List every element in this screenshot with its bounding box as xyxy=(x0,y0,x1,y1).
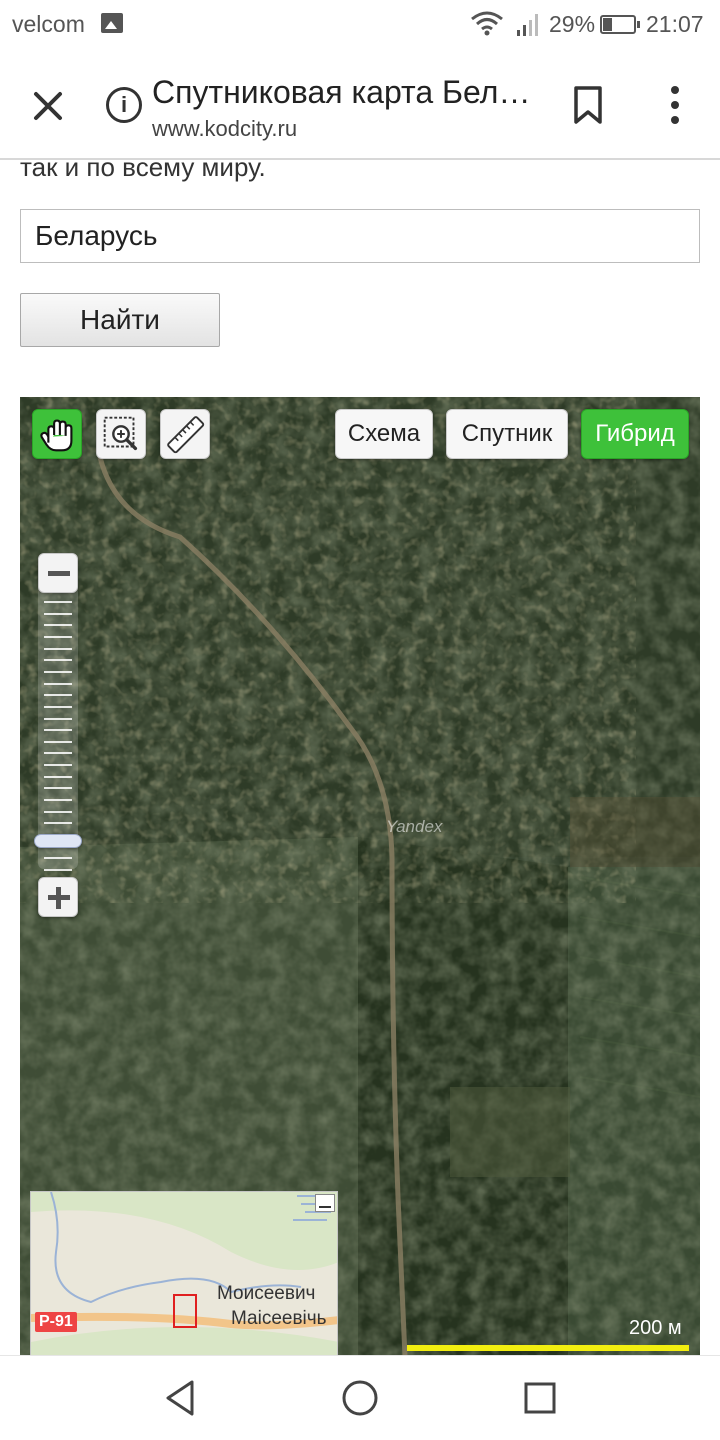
find-button[interactable]: Найти xyxy=(20,293,220,347)
zoom-tick xyxy=(44,624,72,627)
page-title: Спутниковая карта Бел… xyxy=(152,74,531,110)
place-label-alt: Маісеевічь xyxy=(231,1308,327,1329)
zoom-tick xyxy=(44,659,72,662)
bookmark-icon[interactable] xyxy=(566,80,610,130)
more-vert-icon[interactable] xyxy=(655,80,695,130)
zoom-tick xyxy=(44,647,72,650)
battery-percent: 29% xyxy=(549,11,596,37)
zoom-slider-thumb[interactable] xyxy=(34,834,82,849)
zoom-out-button[interactable] xyxy=(38,553,78,593)
system-nav-bar xyxy=(0,1355,720,1440)
zoom-tick xyxy=(44,857,72,860)
status-bar: velcom 29% 21:07 xyxy=(0,0,720,50)
zoom-tick xyxy=(44,729,72,732)
zoom-tick xyxy=(44,740,72,743)
zoom-tick xyxy=(44,601,72,603)
zoom-tick xyxy=(44,717,72,720)
clock: 21:07 xyxy=(646,11,704,37)
page-url[interactable]: www.kodcity.ru xyxy=(152,116,297,142)
zoom-tick xyxy=(44,810,72,813)
intro-text: так и по всему миру. xyxy=(20,160,266,182)
overview-collapse-button[interactable] xyxy=(315,1194,335,1212)
overview-viewport-box[interactable] xyxy=(173,1294,197,1328)
signal-icon xyxy=(517,14,538,36)
zoom-tick xyxy=(44,682,72,685)
ruler-icon[interactable] xyxy=(160,409,210,459)
hand-pan-icon[interactable] xyxy=(32,409,82,459)
zoom-track[interactable] xyxy=(38,579,78,869)
zoom-tick xyxy=(44,799,72,802)
battery-icon xyxy=(600,15,640,34)
road-label: Р-91 xyxy=(35,1312,77,1332)
back-icon[interactable] xyxy=(158,1376,202,1420)
recents-icon[interactable] xyxy=(518,1376,562,1420)
overview-map[interactable]: Р-91 Моисеевич Маісеевічь xyxy=(30,1191,338,1355)
map-view[interactable]: Схема Спутник Гибрид Yandex Р-91 Моисеев… xyxy=(20,397,700,1355)
zoom-tick xyxy=(44,752,72,755)
zoom-tick xyxy=(44,670,72,673)
home-icon[interactable] xyxy=(338,1376,382,1420)
zoom-tick xyxy=(44,775,72,778)
wifi-icon xyxy=(471,11,503,36)
zoom-in-button[interactable] xyxy=(38,877,78,917)
layer-satellite-button[interactable]: Спутник xyxy=(446,409,568,459)
zoom-tick xyxy=(44,635,72,638)
zoom-tick xyxy=(44,694,72,697)
overview-map-graphics xyxy=(31,1192,337,1355)
zoom-tick xyxy=(44,787,72,790)
scale-bar xyxy=(407,1345,689,1351)
map-watermark: Yandex xyxy=(386,817,443,836)
zoom-tick xyxy=(44,764,72,767)
gallery-icon xyxy=(101,13,123,33)
zoom-control[interactable] xyxy=(34,549,82,929)
info-icon[interactable]: i xyxy=(106,87,142,123)
layer-hybrid-button[interactable]: Гибрид xyxy=(581,409,689,459)
zoom-tick xyxy=(44,612,72,615)
place-label: Моисеевич xyxy=(217,1283,316,1304)
scale-label: 200 м xyxy=(629,1317,682,1339)
zoom-tick xyxy=(44,822,72,825)
layer-scheme-button[interactable]: Схема xyxy=(335,409,433,459)
zoom-select-icon[interactable] xyxy=(96,409,146,459)
page-content: так и по всему миру. Найти xyxy=(0,160,720,1355)
search-input[interactable] xyxy=(20,209,700,263)
zoom-tick xyxy=(44,869,72,871)
close-icon[interactable] xyxy=(22,80,74,132)
zoom-tick xyxy=(44,705,72,708)
carrier-name: velcom xyxy=(12,11,85,37)
browser-toolbar: i Спутниковая карта Бел… www.kodcity.ru xyxy=(0,50,720,160)
